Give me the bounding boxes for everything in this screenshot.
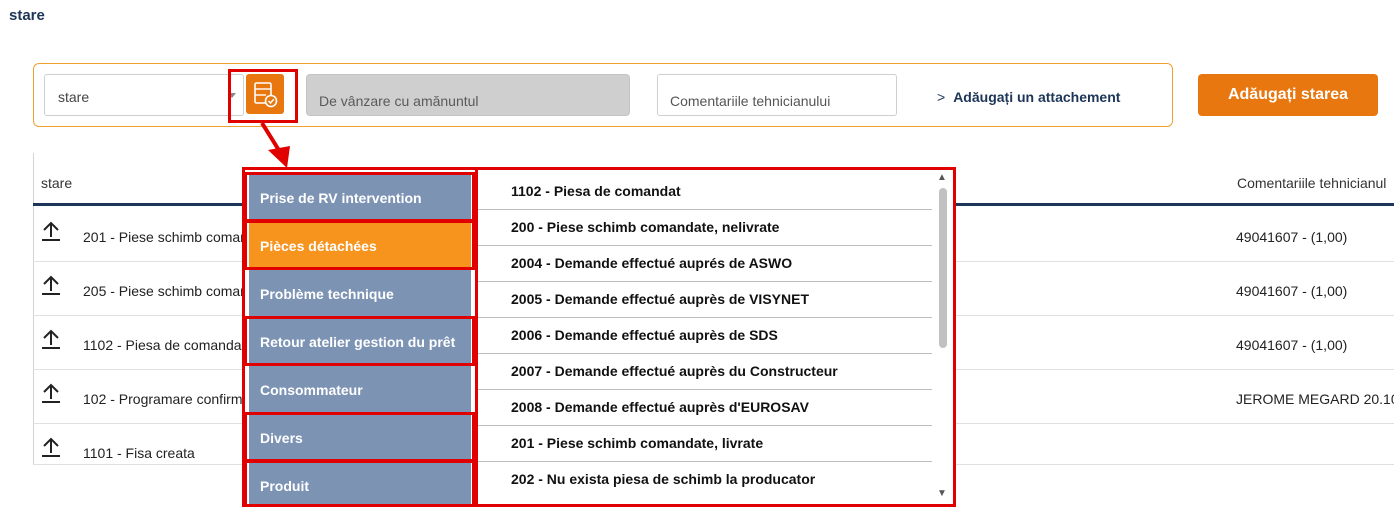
status-picker-dropdown: Prise de RV intervention Pièces détachée… [242,167,956,507]
category-highlight [245,460,475,504]
category-probleme-technique[interactable]: Problème technique [249,269,471,317]
status-option[interactable]: 2004 - Demande effectué auprés de ASWO [478,246,932,282]
arrow-up-icon [42,437,60,457]
category-highlight [245,316,475,366]
row-comment: 49041607 - (1,00) [1236,337,1348,353]
row-comment: 49041607 - (1,00) [1236,283,1348,299]
chevron-right-icon: > [937,89,946,105]
status-option[interactable]: 2007 - Demande effectué auprès du Constr… [478,354,932,390]
status-option[interactable]: 1102 - Piesa de comandat [478,174,932,210]
row-status: 102 - Programare confirm [83,391,243,407]
add-status-button[interactable]: Adăugați starea [1198,74,1378,116]
row-status: 1101 - Fisa creata [83,445,195,461]
status-option[interactable]: 2005 - Demande effectué auprès de VISYNE… [478,282,932,318]
row-comment: JEROME MEGARD 20.10 [1236,391,1394,407]
retail-field: De vânzare cu amănuntul [306,74,630,116]
row-comment: 49041607 - (1,00) [1236,229,1348,245]
row-status: 201 - Piese schimb comar [83,229,245,245]
status-select[interactable]: stare [44,74,244,116]
category-highlight [245,220,475,270]
row-status: 205 - Piese schimb comar [83,283,245,299]
chevron-up-icon[interactable]: ▲ [937,172,947,183]
status-option[interactable]: 202 - Nu exista piesa de schimb la produ… [478,462,932,498]
add-attachment-label: Adăugați un attachement [953,89,1121,105]
row-status: 1102 - Piesa de comanda [83,337,242,353]
options-scrollbar[interactable]: ▲ ▼ [933,170,953,504]
category-consommateur[interactable]: Consommateur [249,365,471,413]
column-header-status: stare [41,175,73,191]
picker-highlight [228,69,298,123]
arrow-up-icon [42,383,60,403]
category-highlight [245,412,475,462]
technician-comment-input[interactable]: Comentariile tehnicianului [657,74,897,116]
column-header-comment: Comentariile tehnicianul [1237,175,1387,191]
status-select-value: stare [58,89,90,105]
status-option[interactable]: 201 - Piese schimb comandate, livrate [478,426,932,462]
category-highlight [245,172,475,222]
chevron-down-icon[interactable]: ▼ [937,488,947,499]
status-option[interactable]: 200 - Piese schimb comandate, nelivrate [478,210,932,246]
page-title: stare [9,7,45,24]
scrollbar-thumb[interactable] [939,188,947,348]
status-option[interactable]: 2008 - Demande effectué auprès d'EUROSAV [478,390,932,426]
arrow-up-icon [42,275,60,295]
arrow-up-icon [42,221,60,241]
status-option[interactable]: 2006 - Demande effectué auprès de SDS [478,318,932,354]
arrow-up-icon [42,329,60,349]
add-attachment-link[interactable]: > Adăugați un attachement [937,89,1120,105]
